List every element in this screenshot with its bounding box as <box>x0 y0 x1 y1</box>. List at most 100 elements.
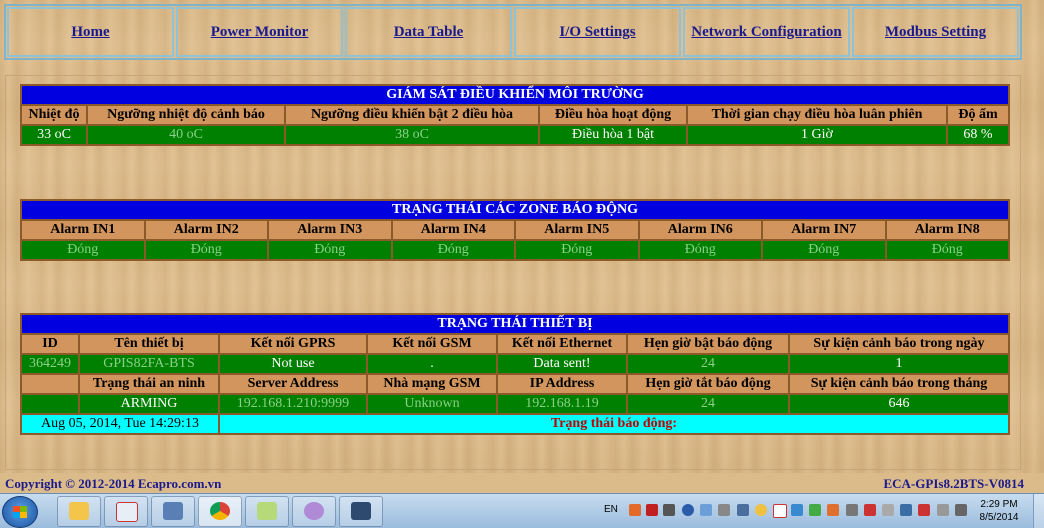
alarm-zone-table: TRẠNG THÁI CÁC ZONE BÁO ĐỘNG Alarm IN1 A… <box>20 199 1010 261</box>
environment-table: GIÁM SÁT ĐIỀU KHIỂN MÔI TRƯỜNG Nhiệt độ … <box>20 84 1010 146</box>
show-desktop-button[interactable] <box>1033 494 1044 528</box>
value-alarm-in7: Đóng <box>763 241 885 259</box>
taskbar-app-window[interactable] <box>339 496 383 527</box>
tray-monitor-icon[interactable] <box>737 504 749 516</box>
nav-link-io-settings[interactable]: I/O Settings <box>559 24 635 41</box>
header-alarm-in2: Alarm IN2 <box>145 221 267 239</box>
nav-cell-modbus-setting: Modbus Setting <box>852 7 1019 57</box>
windows-taskbar: EN 2:29 PM 8/5/2014 <box>0 493 1044 528</box>
header-daily-alarm-events: Sự kiện cảnh báo trong ngày <box>790 335 1008 353</box>
tray-skype-icon[interactable] <box>791 504 803 516</box>
header-temperature: Nhiệt độ <box>22 106 86 124</box>
alarm-status-label: Trạng thái báo động: <box>220 415 1008 433</box>
nav-link-network-configuration[interactable]: Network Configuration <box>691 24 841 41</box>
header-ethernet-connection: Kết nối Ethernet <box>498 335 626 353</box>
tray-download-icon[interactable] <box>682 504 694 516</box>
value-humidity: 68 % <box>948 126 1008 144</box>
tray-keyboard-icon[interactable] <box>900 504 912 516</box>
value-alarm-in5: Đóng <box>516 241 638 259</box>
value-alarm-in8: Đóng <box>886 241 1008 259</box>
header-alarm-in6: Alarm IN6 <box>639 221 761 239</box>
header-alarm-on-timer: Hẹn giờ bật báo động <box>628 335 788 353</box>
tray-sync-icon[interactable] <box>700 504 712 516</box>
taskbar-clock[interactable]: 2:29 PM 8/5/2014 <box>974 498 1024 524</box>
tray-dark-icon[interactable] <box>663 504 675 516</box>
header-server-address: Server Address <box>220 375 366 393</box>
window-app-icon <box>351 502 371 520</box>
tray-update-icon[interactable] <box>827 504 839 516</box>
device-status-table: TRẠNG THÁI THIẾT BỊ ID Tên thiết bị Kết … <box>20 313 1010 435</box>
tray-gear-icon[interactable] <box>718 504 730 516</box>
header-device-name: Tên thiết bị <box>80 335 218 353</box>
nav-link-modbus-setting[interactable]: Modbus Setting <box>885 24 986 41</box>
tray-flag-icon[interactable] <box>918 504 930 516</box>
taskbar-app-files[interactable] <box>245 496 289 527</box>
nav-link-data-table[interactable]: Data Table <box>394 24 464 41</box>
value-server-address: 192.168.1.210:9999 <box>220 395 366 413</box>
header-alarm-in4: Alarm IN4 <box>392 221 514 239</box>
tray-app-icon[interactable] <box>629 504 641 516</box>
nav-link-home[interactable]: Home <box>71 24 109 41</box>
header-ac-active: Điều hòa hoạt động <box>540 106 686 124</box>
value-alarm-in1: Đóng <box>22 241 144 259</box>
device-status-title: TRẠNG THÁI THIẾT BỊ <box>22 315 1008 333</box>
value-security-status: ARMING <box>80 395 218 413</box>
nav-cell-power-monitor: Power Monitor <box>176 7 343 57</box>
value-ac-active: Điều hòa 1 bật <box>540 126 686 144</box>
header-alarm-in5: Alarm IN5 <box>516 221 638 239</box>
nav-link-power-monitor[interactable]: Power Monitor <box>211 24 309 41</box>
value-alarm-in2: Đóng <box>145 241 267 259</box>
nav-cell-network-configuration: Network Configuration <box>683 7 850 57</box>
language-indicator[interactable]: EN <box>604 504 618 515</box>
value-ip-address: 192.168.1.19 <box>498 395 626 413</box>
taskbar-app-paint[interactable] <box>292 496 336 527</box>
clock-date: 8/5/2014 <box>979 512 1019 523</box>
value-ac-control-threshold: 38 oC <box>286 126 538 144</box>
copyright-text: Copyright © 2012-2014 Ecapro.com.vn <box>5 476 222 491</box>
environment-title: GIÁM SÁT ĐIỀU KHIỂN MÔI TRƯỜNG <box>22 86 1008 104</box>
chrome-icon <box>210 502 230 520</box>
header-id: ID <box>22 335 78 353</box>
tray-volume-icon[interactable] <box>955 504 967 516</box>
value-alarm-off-timer: 24 <box>628 395 788 413</box>
nav-cell-io-settings: I/O Settings <box>514 7 681 57</box>
network-icon <box>116 502 138 522</box>
value-daily-alarm-events: 1 <box>790 355 1008 373</box>
tray-smile-icon[interactable] <box>755 504 767 516</box>
tray-check-icon[interactable] <box>809 504 821 516</box>
header-alarm-in8: Alarm IN8 <box>886 221 1008 239</box>
taskbar-app-chrome[interactable] <box>198 496 242 527</box>
tray-alert-icon[interactable] <box>864 504 876 516</box>
start-button[interactable] <box>2 496 38 528</box>
value-ethernet-connection: Data sent! <box>498 355 626 373</box>
tray-v-icon[interactable] <box>773 504 787 518</box>
top-navigation: Home Power Monitor Data Table I/O Settin… <box>4 4 1022 60</box>
value-temp-alarm-threshold: 40 oC <box>88 126 284 144</box>
value-ac-rotation-time: 1 Giờ <box>688 126 946 144</box>
nav-cell-home: Home <box>7 7 174 57</box>
header-alarm-off-timer: Hẹn giờ tắt báo động <box>628 375 788 393</box>
tray-device-icon[interactable] <box>846 504 858 516</box>
header-alarm-in7: Alarm IN7 <box>763 221 885 239</box>
header-alarm-in3: Alarm IN3 <box>269 221 391 239</box>
taskbar-app-folder[interactable] <box>57 496 101 527</box>
value-empty <box>22 395 78 413</box>
value-device-name: GPIS82FA-BTS <box>80 355 218 373</box>
tray-adobe-icon[interactable] <box>646 504 658 516</box>
header-empty <box>22 375 78 393</box>
user-switch-icon <box>163 502 183 520</box>
value-alarm-in3: Đóng <box>269 241 391 259</box>
tray-printer-icon[interactable] <box>882 504 894 516</box>
folder-icon <box>69 502 89 520</box>
paint-icon <box>304 502 324 520</box>
clock-time: 2:29 PM <box>980 499 1018 510</box>
firmware-version: ECA-GPIs8.2BTS-V0814 <box>883 476 1025 491</box>
header-gprs-connection: Kết nối GPRS <box>220 335 366 353</box>
value-gsm-connection: . <box>368 355 496 373</box>
taskbar-app-user-switch[interactable] <box>151 496 195 527</box>
main-panel: GIÁM SÁT ĐIỀU KHIỂN MÔI TRƯỜNG Nhiệt độ … <box>5 75 1021 470</box>
windows-logo-lower-icon <box>13 512 27 518</box>
tray-network-signal-icon[interactable] <box>937 504 949 516</box>
alarm-zone-title: TRẠNG THÁI CÁC ZONE BÁO ĐỘNG <box>22 201 1008 219</box>
taskbar-app-network[interactable] <box>104 496 148 527</box>
